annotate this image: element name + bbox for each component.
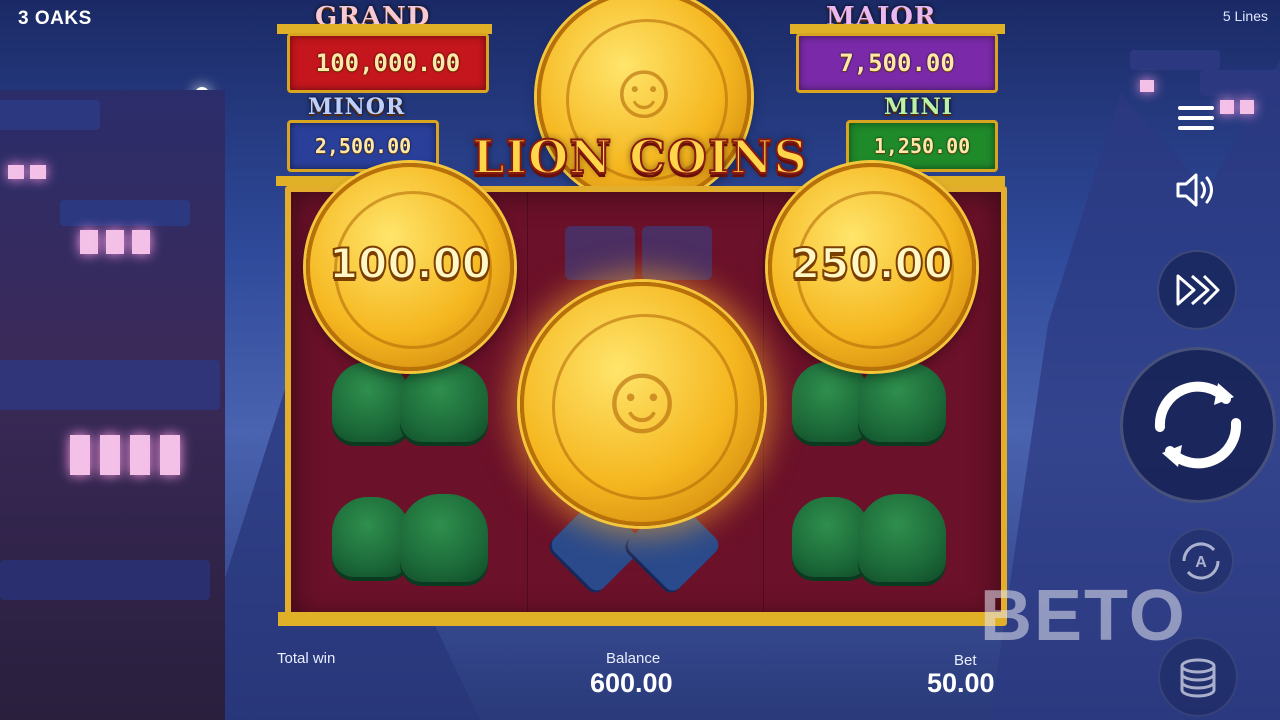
sound-button[interactable] [1168,164,1224,216]
game-title: LION COINS [471,129,808,185]
provider-logo: 3 OAKS [18,8,92,29]
bet-chips-icon [1180,658,1216,698]
menu-button[interactable] [1168,90,1224,146]
coin-right-value: 250.00 [790,238,954,289]
coin-left-value: 100.00 [328,238,492,289]
minor-jackpot-label: MINOR [308,94,406,120]
major-jackpot-value: 7,500.00 [796,33,998,93]
watermark-logo: BETO [980,576,1187,656]
turbo-button[interactable] [1157,250,1237,330]
reel-frame-top-right [925,176,1005,186]
grand-jackpot-value: 100,000.00 [287,33,489,93]
bet-label: Bet [954,652,977,669]
green-symbol [400,362,488,442]
lines-count: 5 Lines [1222,8,1268,24]
coin-symbol-right: 250.00 [768,163,976,371]
reel-frame-bottom [278,612,1002,626]
coin-symbol-left: 100.00 [306,163,514,371]
balance-label: Balance [606,650,661,667]
dim-symbol [565,226,635,280]
svg-text:A: A [1195,554,1207,571]
menu-icon [1178,106,1214,130]
spin-icon [1154,381,1242,469]
bet-value: 50.00 [927,668,995,698]
lion-face-icon: ☺ [603,45,685,134]
spin-button[interactable] [1120,347,1276,503]
dim-symbol [642,226,712,280]
mini-jackpot-label: MINI [884,94,954,120]
green-symbol [332,362,410,442]
lion-face-icon: ☺ [590,342,694,454]
green-symbol [332,497,410,577]
total-win-label: Total win [277,650,336,667]
turbo-icon [1176,274,1220,306]
green-symbol [400,494,488,582]
pagoda-left [0,90,225,720]
lion-coin-center: ☺ [520,282,764,526]
sound-icon [1176,173,1213,207]
green-symbol [858,494,946,582]
balance-value: 600.00 [590,668,673,698]
green-symbol [858,362,946,442]
reel-frame-top-left [276,176,356,186]
